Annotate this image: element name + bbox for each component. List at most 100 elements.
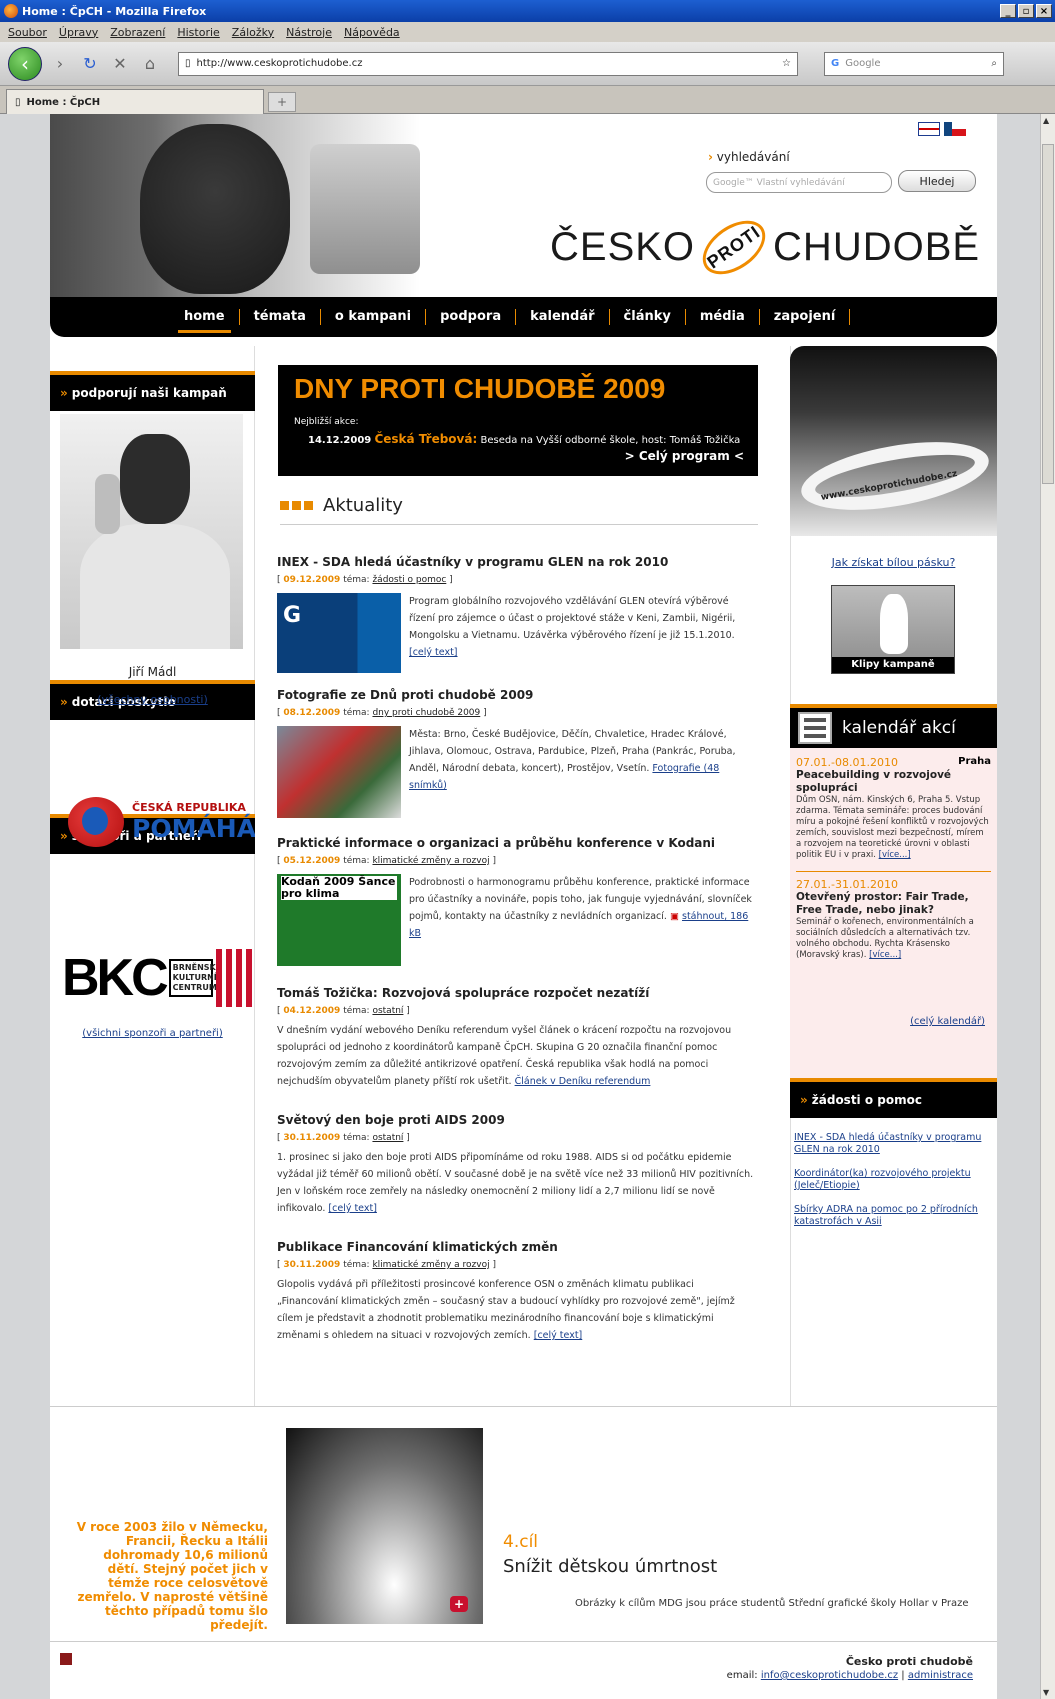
article-text: Program globálního rozvojového vzděláván… <box>409 596 736 641</box>
menu-soubor[interactable]: Soubor <box>8 26 47 39</box>
menu-historie[interactable]: Historie <box>177 26 219 39</box>
nav-home[interactable]: home <box>170 309 240 333</box>
search-icon[interactable]: ⌕ <box>991 58 997 69</box>
article-title[interactable]: Praktické informace o organizaci a průbě… <box>277 836 757 850</box>
person-hand <box>95 474 120 534</box>
url-bar[interactable]: ▯ http://www.ceskoprotichudobe.cz ☆ <box>178 51 798 76</box>
nav-podpora[interactable]: podpora <box>426 309 517 325</box>
admin-link[interactable]: administrace <box>908 1670 973 1681</box>
menu-nastroje[interactable]: Nástroje <box>286 26 332 39</box>
tab-home[interactable]: ▯ Home : ČpCH <box>6 89 264 114</box>
article-title[interactable]: Fotografie ze Dnů proti chudobě 2009 <box>277 688 757 702</box>
full-calendar-link[interactable]: (celý kalendář) <box>790 1016 985 1027</box>
site-search-button[interactable]: Hledej <box>898 170 976 192</box>
article-meta: [ 04.12.2009 téma: ostatní ] <box>277 1006 410 1016</box>
maximize-button[interactable]: ▫ <box>1018 4 1034 18</box>
logo-right: CHUDOBĚ <box>773 225 981 269</box>
nav-media[interactable]: média <box>686 309 760 325</box>
goal-number: 4.cíl <box>503 1532 539 1552</box>
article-more-link[interactable]: Článek v Deníku referendum <box>515 1076 651 1087</box>
event-more-link[interactable]: [více...] <box>879 850 911 860</box>
request-link[interactable]: INEX - SDA hledá účastníky v programu GL… <box>794 1132 990 1156</box>
all-sponsors-link[interactable]: (všichni sponzoři a partneři) <box>50 1028 255 1039</box>
nav-temata[interactable]: témata <box>240 309 321 325</box>
nav-zapojeni[interactable]: zapojení <box>760 309 851 325</box>
article-title[interactable]: Světový den boje proti AIDS 2009 <box>277 1113 757 1127</box>
scroll-down-icon[interactable]: ▼ <box>1043 1688 1049 1697</box>
dny-proti-chudobe-banner[interactable]: DNY PROTI CHUDOBĚ 2009 Nejbližší akce: 1… <box>278 365 758 476</box>
article-more-link[interactable]: [celý text] <box>409 647 458 658</box>
nav-clanky[interactable]: články <box>610 309 686 325</box>
pdf-icon: ▣ <box>669 911 679 922</box>
article-topic-link[interactable]: dny proti chudobě 2009 <box>372 708 480 718</box>
google-icon: G <box>831 58 840 69</box>
article-item: INEX - SDA hledá účastníky v programu GL… <box>277 555 757 673</box>
scroll-up-icon[interactable]: ▲ <box>1043 116 1049 125</box>
aktuality-title: Aktuality <box>323 495 403 516</box>
photos-thumbnail[interactable] <box>277 726 401 818</box>
reload-button[interactable]: ↻ <box>78 52 102 76</box>
request-link[interactable]: Koordinátor(ka) rozvojového projektu (Je… <box>794 1168 990 1192</box>
article-topic-link[interactable]: klimatické změny a rozvoj <box>372 856 489 866</box>
bookmark-star-icon[interactable]: ☆ <box>782 58 791 69</box>
article-date: 08.12.2009 <box>283 708 341 718</box>
menu-upravy[interactable]: Úpravy <box>59 26 98 39</box>
site-logo[interactable]: ČESKO PROTI CHUDOBĚ <box>550 209 981 286</box>
article-title[interactable]: Publikace Financování klimatických změn <box>277 1240 757 1254</box>
full-program-link[interactable]: > Celý program < <box>625 449 744 463</box>
new-tab-button[interactable]: + <box>268 92 296 112</box>
person-body <box>80 524 230 649</box>
all-celebrities-link[interactable]: (všechny osobnosti) <box>50 693 255 706</box>
main-navigation: home témata o kampani podpora kalendář č… <box>50 297 997 337</box>
banner-title: DNY PROTI CHUDOBĚ 2009 <box>294 373 666 404</box>
ceska-republika-pomaha-logo[interactable]: ČESKÁ REPUBLIKA POMÁHÁ <box>68 797 256 847</box>
bkc-logo[interactable]: BKC BRNĚNSKÉ KULTURNÍ CENTRUM <box>62 948 262 1008</box>
requests-list: INEX - SDA hledá účastníky v programu GL… <box>794 1132 990 1240</box>
promo-photo: + <box>286 1428 483 1624</box>
glen-thumbnail[interactable]: G <box>277 593 401 673</box>
article-title[interactable]: Tomáš Tožička: Rozvojová spolupráce rozp… <box>277 986 757 1000</box>
scrollbar-thumb[interactable] <box>1042 144 1054 484</box>
menu-zobrazeni[interactable]: Zobrazení <box>110 26 165 39</box>
czech-flag-icon[interactable] <box>944 122 966 136</box>
banner-date: 14.12.2009 <box>308 435 372 446</box>
nav-o-kampani[interactable]: o kampani <box>321 309 427 325</box>
window-controls: _ ▫ × <box>1000 4 1055 18</box>
article-title[interactable]: INEX - SDA hledá účastníky v programu GL… <box>277 555 757 569</box>
article-meta: [ 30.11.2009 téma: ostatní ] <box>277 1133 410 1143</box>
minimize-button[interactable]: _ <box>1000 4 1016 18</box>
site-search-input[interactable]: Google™ Vlastní vyhledávání <box>706 172 892 193</box>
article-more-link[interactable]: [celý text] <box>328 1203 377 1214</box>
kodan-thumbnail[interactable]: Kodaň 2009 Šance pro klima <box>277 874 401 966</box>
menu-zalozky[interactable]: Záložky <box>232 26 274 39</box>
back-button[interactable]: ‹ <box>8 46 42 81</box>
calendar-title: kalendář akcí <box>842 718 956 738</box>
footer-email-link[interactable]: info@ceskoprotichudobe.cz <box>761 1670 898 1681</box>
white-band-image[interactable]: www.ceskoprotichudobe.cz <box>790 346 997 536</box>
close-button[interactable]: × <box>1036 4 1052 18</box>
article-meta: [ 09.12.2009 téma: žádosti o pomoc ] <box>277 575 453 585</box>
article-topic-link[interactable]: ostatní <box>372 1006 403 1016</box>
vertical-scrollbar[interactable]: ▲ ▼ <box>1040 114 1055 1699</box>
nav-kalendar[interactable]: kalendář <box>516 309 610 325</box>
pomaha-top-text: ČESKÁ REPUBLIKA <box>132 801 246 814</box>
celebrity-photo[interactable] <box>60 414 243 649</box>
article-more-link[interactable]: [celý text] <box>534 1330 583 1341</box>
search-bar[interactable]: G Google ⌕ <box>824 51 1004 76</box>
menu-napoveda[interactable]: Nápověda <box>344 26 400 39</box>
home-button[interactable]: ⌂ <box>138 52 162 76</box>
article-topic-link[interactable]: klimatické změny a rozvoj <box>372 1260 489 1270</box>
event-name[interactable]: Peacebuilding v rozvojové spolupráci <box>796 769 991 795</box>
english-flag-icon[interactable] <box>918 122 940 136</box>
campaign-clips-thumbnail[interactable]: Klipy kampaně <box>831 585 955 674</box>
article-topic-link[interactable]: žádosti o pomoc <box>372 575 446 585</box>
forward-button[interactable]: › <box>48 52 72 76</box>
event-name[interactable]: Otevřený prostor: Fair Trade, Free Trade… <box>796 891 991 917</box>
event-more-link[interactable]: [více...] <box>869 950 901 960</box>
request-link[interactable]: Sbírky ADRA na pomoc po 2 přírodních kat… <box>794 1204 990 1228</box>
stop-button[interactable]: ✕ <box>108 52 132 76</box>
get-white-band-link[interactable]: Jak získat bílou pásku? <box>790 556 997 569</box>
article-text: V dnešním vydání webového Deníku referen… <box>277 1025 732 1087</box>
article-topic-link[interactable]: ostatní <box>372 1133 403 1143</box>
menu-bar: Soubor Úpravy Zobrazení Historie Záložky… <box>0 22 1055 42</box>
